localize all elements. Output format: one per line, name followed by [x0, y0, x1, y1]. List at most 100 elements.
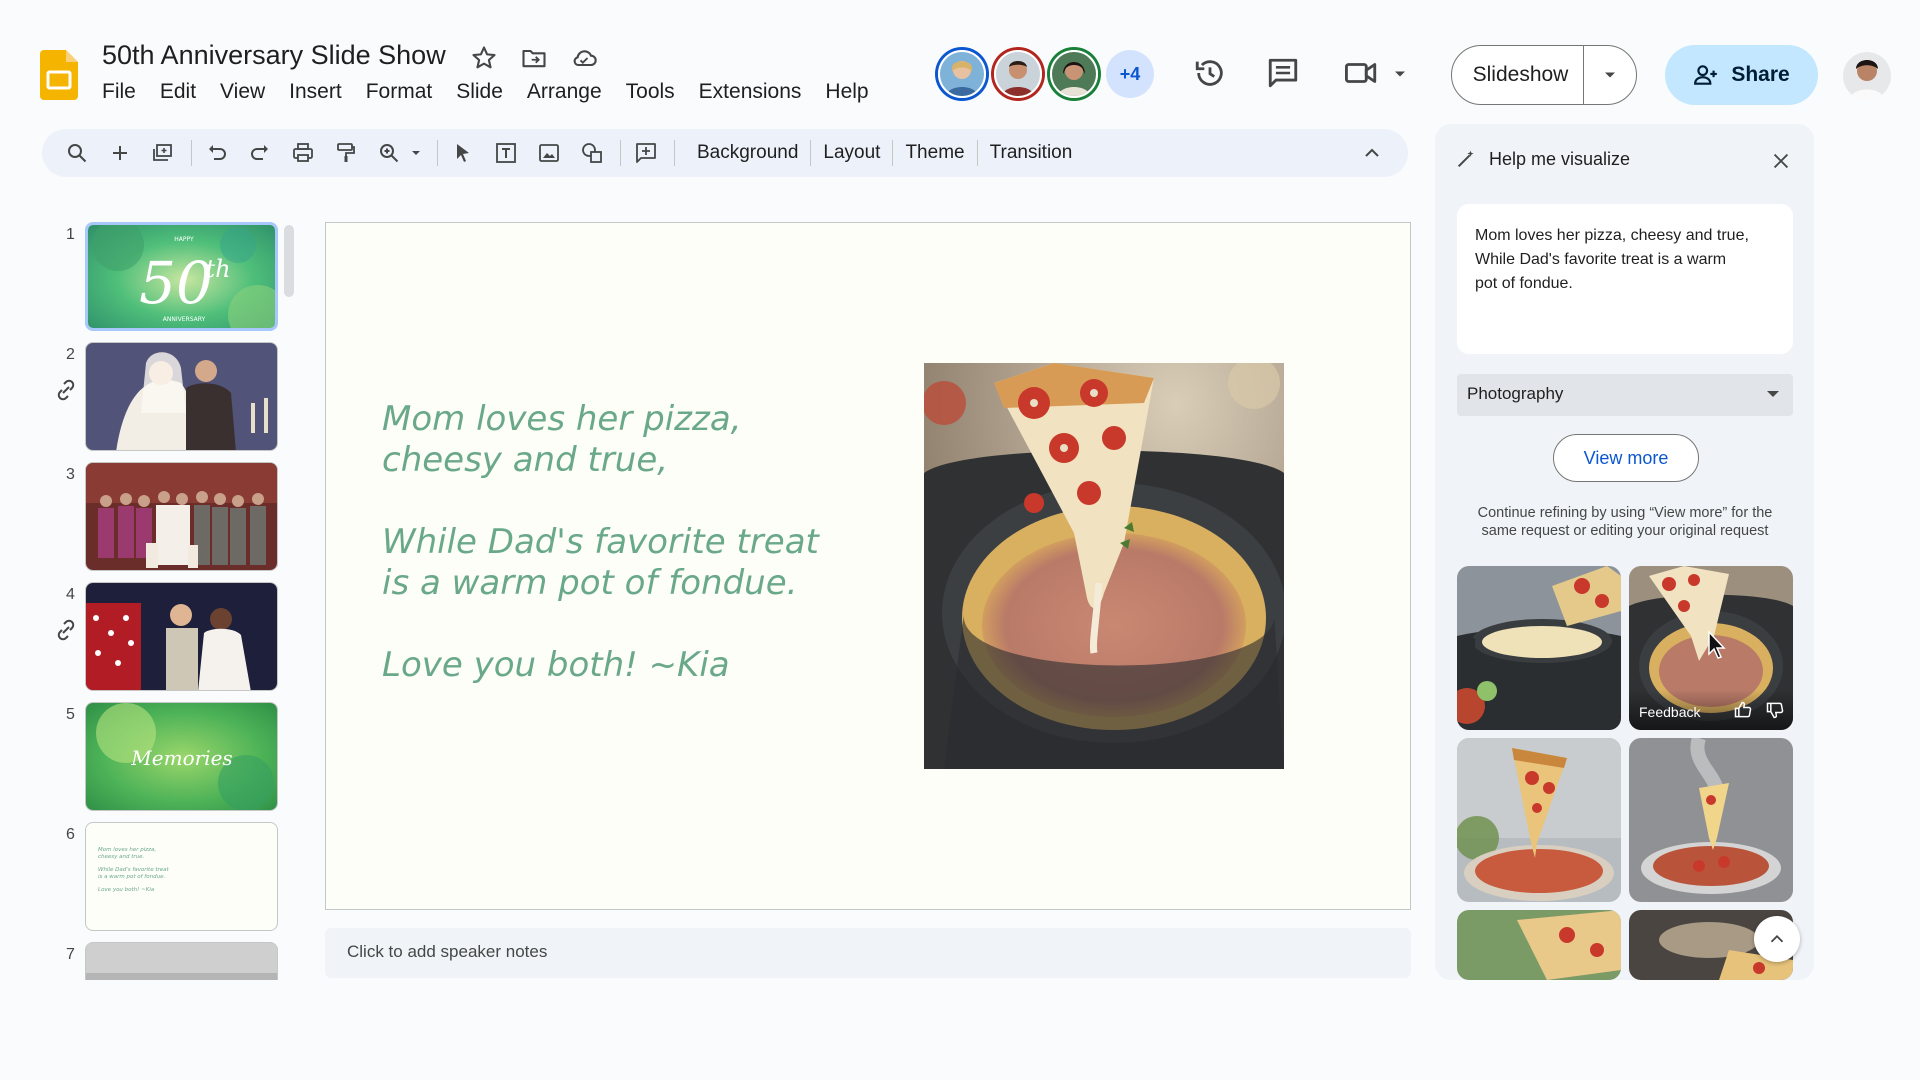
slide-thumbnail-6[interactable]: 6 Mom loves her pizza, cheesy and true. …: [50, 822, 290, 932]
theme-button[interactable]: Theme: [893, 142, 976, 164]
collaborator-avatar[interactable]: [994, 50, 1042, 98]
slideshow-button[interactable]: Slideshow: [1452, 63, 1583, 87]
slide-thumbnail-1[interactable]: 1 HAPPY 50 th ANNIVERSARY: [50, 222, 290, 332]
shape-button[interactable]: [577, 138, 607, 168]
layout-button[interactable]: Layout: [811, 142, 892, 164]
thumbs-down-icon[interactable]: [1765, 700, 1785, 720]
slide-poem-textbox[interactable]: Mom loves her pizza, cheesy and true, Whi…: [382, 399, 842, 727]
cursor-icon: [457, 144, 469, 162]
style-value: Photography: [1467, 384, 1564, 403]
slides-logo-icon[interactable]: [40, 50, 78, 100]
svg-text:is a warm pot of fondue.: is a warm pot of fondue.: [98, 874, 165, 880]
svg-text:Love you both! ~Kia: Love you both! ~Kia: [98, 887, 155, 893]
star-icon[interactable]: [470, 44, 498, 72]
share-button[interactable]: Share: [1665, 45, 1818, 105]
generated-image[interactable]: [1629, 738, 1793, 902]
slide-thumbnail-4[interactable]: 4: [50, 582, 290, 692]
new-slide-layout-button[interactable]: [148, 138, 178, 168]
close-icon[interactable]: [1770, 150, 1792, 172]
slide-filmstrip[interactable]: 1 HAPPY 50 th ANNIVERSARY 2 3 4 5 Memori…: [50, 220, 290, 980]
generated-image[interactable]: [1457, 738, 1621, 902]
thumb5-title: Memories: [130, 746, 232, 770]
text-box-icon: [496, 143, 516, 163]
link-icon: [57, 379, 75, 401]
magic-wand-icon: [1457, 150, 1474, 168]
move-folder-icon[interactable]: [520, 44, 548, 72]
filmstrip-scrollbar[interactable]: [284, 225, 294, 297]
add-comment-button[interactable]: [631, 138, 661, 168]
help-me-visualize-panel: Help me visualize Mom loves her pizza, c…: [1435, 124, 1814, 980]
thumb1-number: 50: [139, 249, 213, 317]
document-title[interactable]: 50th Anniversary Slide Show: [102, 40, 446, 71]
meet-dropdown-icon[interactable]: [1390, 64, 1410, 84]
text-box-button[interactable]: [491, 138, 521, 168]
undo-button[interactable]: [202, 138, 232, 168]
link-icon: [57, 619, 75, 641]
slide-layout-icon: [153, 144, 172, 161]
select-tool-button[interactable]: [448, 138, 478, 168]
prompt-input[interactable]: Mom loves her pizza, cheesy and true, Wh…: [1457, 204, 1793, 354]
collaborator-avatar[interactable]: [938, 50, 986, 98]
insert-image-button[interactable]: [534, 138, 564, 168]
zoom-button[interactable]: [374, 138, 404, 168]
slide-thumbnail-2[interactable]: 2: [50, 342, 290, 452]
feedback-label: Feedback: [1639, 704, 1701, 720]
menu-file[interactable]: File: [102, 80, 148, 104]
cloud-status-icon[interactable]: [570, 44, 598, 72]
menu-arrange[interactable]: Arrange: [515, 80, 614, 104]
slide-thumbnail-7[interactable]: 7: [50, 942, 290, 980]
menu-insert[interactable]: Insert: [277, 80, 354, 104]
speaker-notes[interactable]: Click to add speaker notes: [325, 928, 1411, 978]
print-button[interactable]: [288, 138, 318, 168]
generated-image[interactable]: [1457, 910, 1621, 980]
feedback-bar: Feedback: [1629, 690, 1793, 730]
background-button[interactable]: Background: [685, 142, 810, 164]
svg-text:cheesy and true.: cheesy and true.: [98, 854, 145, 860]
paint-format-button[interactable]: [331, 138, 361, 168]
slide-thumbnail-5[interactable]: 5 Memories: [50, 702, 290, 812]
collaborator-avatar[interactable]: [1050, 50, 1098, 98]
version-history-icon[interactable]: [1193, 56, 1227, 90]
search-icon: [68, 144, 87, 163]
menu-tools[interactable]: Tools: [614, 80, 687, 104]
zoom-dropdown[interactable]: [408, 138, 424, 168]
slide-canvas[interactable]: Mom loves her pizza, cheesy and true, Whi…: [325, 222, 1411, 910]
redo-button[interactable]: [245, 138, 275, 168]
account-avatar[interactable]: [1843, 52, 1891, 100]
poem-line: While Dad's favorite treat: [382, 522, 819, 562]
chevron-down-icon: [1767, 391, 1779, 397]
slide-pizza-fondue-image[interactable]: [924, 363, 1284, 769]
menu-edit[interactable]: Edit: [148, 80, 208, 104]
slide-thumbnail-3[interactable]: 3: [50, 462, 290, 572]
add-comment-icon: [636, 143, 656, 163]
undo-icon: [209, 145, 226, 160]
style-dropdown[interactable]: Photography: [1457, 374, 1793, 416]
svg-text:Mom loves her pizza,: Mom loves her pizza,: [98, 847, 156, 853]
menu-format[interactable]: Format: [354, 80, 445, 104]
add-person-icon: [1694, 65, 1718, 85]
poem-line: Mom loves her pizza,: [382, 399, 742, 439]
view-more-button[interactable]: View more: [1553, 434, 1699, 482]
poem-line: Love you both! ~Kia: [382, 645, 730, 685]
share-label: Share: [1731, 63, 1790, 86]
svg-text:While Dad's favorite treat: While Dad's favorite treat: [98, 867, 170, 873]
menu-bar: File Edit View Insert Format Slide Arran…: [102, 80, 881, 104]
redo-icon: [251, 145, 268, 160]
menu-slide[interactable]: Slide: [444, 80, 515, 104]
menu-view[interactable]: View: [208, 80, 277, 104]
thumb1-suffix: th: [205, 255, 230, 283]
more-collaborators-badge[interactable]: +4: [1106, 50, 1154, 98]
search-menus-button[interactable]: [62, 138, 92, 168]
thumbs-up-icon[interactable]: [1733, 700, 1753, 720]
slideshow-dropdown[interactable]: [1584, 65, 1636, 85]
generated-image[interactable]: [1457, 566, 1621, 730]
meet-camera-icon[interactable]: [1343, 56, 1381, 90]
new-slide-button[interactable]: [105, 138, 135, 168]
comments-icon[interactable]: [1266, 56, 1300, 90]
menu-help[interactable]: Help: [813, 80, 880, 104]
transition-button[interactable]: Transition: [978, 142, 1085, 164]
scroll-to-top-button[interactable]: [1754, 916, 1800, 962]
chevron-up-icon[interactable]: [1360, 141, 1384, 165]
menu-extensions[interactable]: Extensions: [687, 80, 814, 104]
editing-toolbar: Background Layout Theme Transition: [42, 129, 1408, 177]
